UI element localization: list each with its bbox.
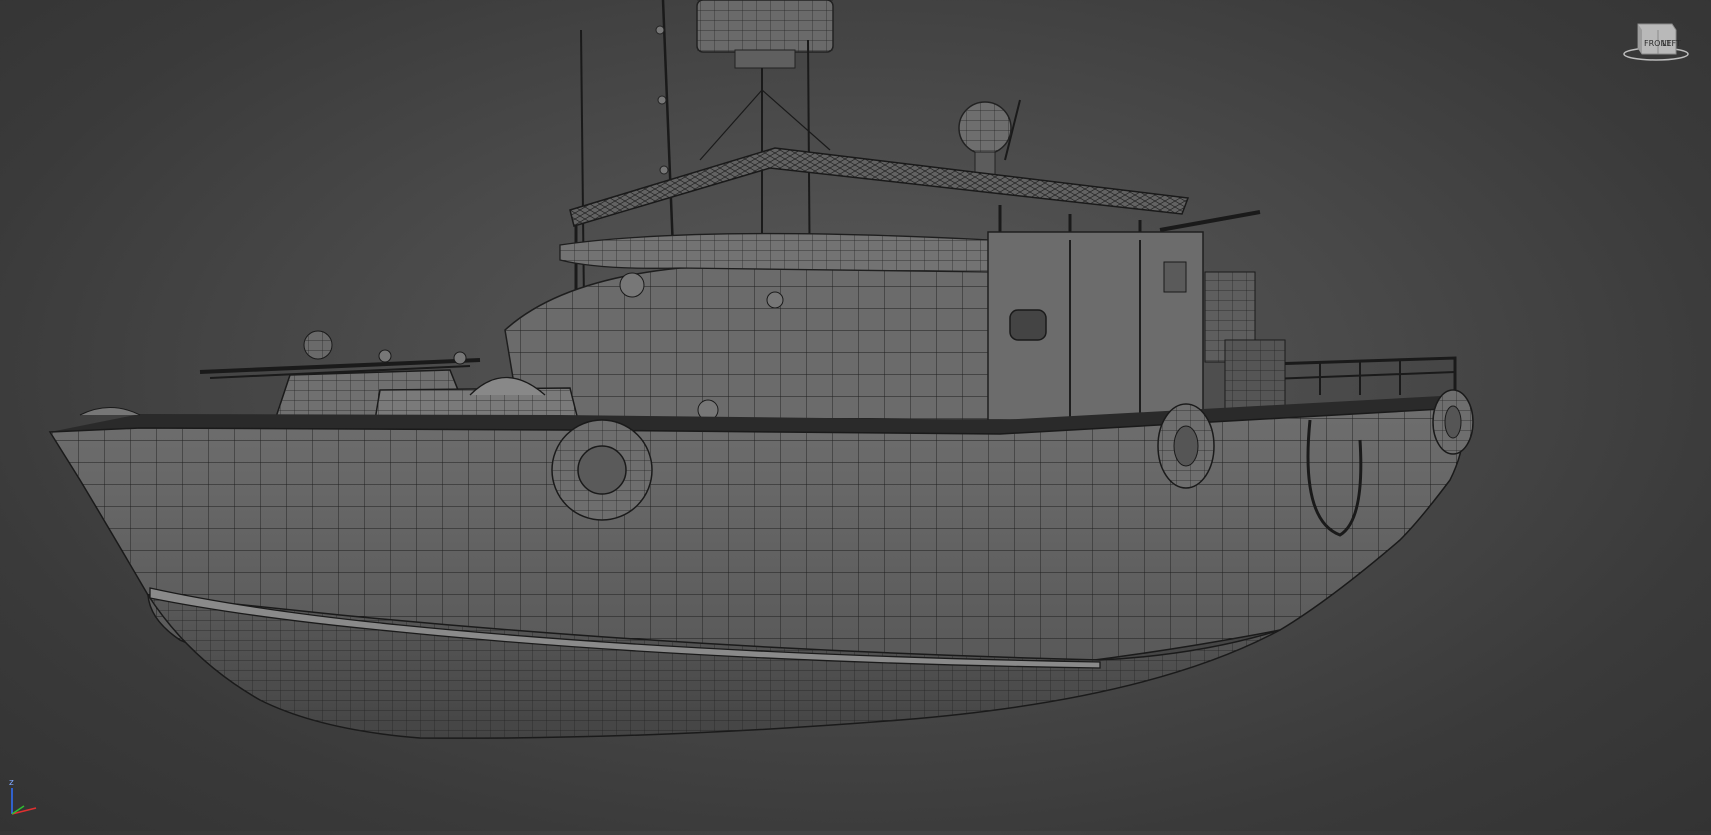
- axis-z-label: z: [9, 778, 14, 788]
- cabin: [504, 231, 1256, 421]
- axis-gizmo-icon: z: [9, 778, 37, 815]
- life-ring-forward: [551, 419, 653, 521]
- viewcube-face-left[interactable]: LEFT: [1662, 39, 1681, 48]
- life-ring-mid: [1157, 403, 1215, 489]
- 3d-viewport[interactable]: [0, 0, 1711, 831]
- life-ring-aft: [1432, 389, 1474, 455]
- boat-model: [48, 0, 1474, 739]
- viewcube-icon[interactable]: FRONT LEFT: [1620, 18, 1692, 62]
- hull: [48, 407, 1465, 739]
- radar-dome: [696, 0, 834, 240]
